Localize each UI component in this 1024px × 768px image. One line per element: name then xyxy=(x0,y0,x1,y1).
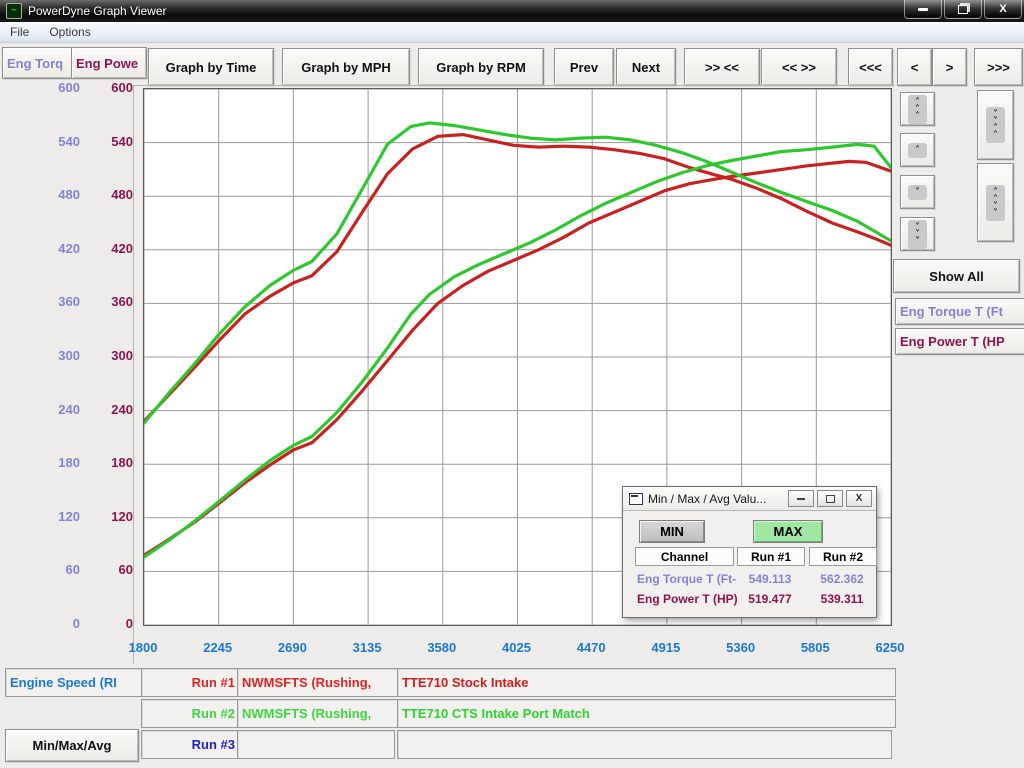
rpm-tick-label: 3135 xyxy=(335,640,399,655)
rpm-tick-label: 4470 xyxy=(559,640,623,655)
power-tick-label: 180 xyxy=(89,455,133,470)
run3-description-box[interactable] xyxy=(397,730,892,759)
graph-by-mph-button[interactable]: Graph by MPH xyxy=(282,48,410,86)
torque-tick-label: 300 xyxy=(36,348,80,363)
run1-file-box[interactable]: NWMSFTS (Rushing, xyxy=(237,668,399,697)
run2-label-box[interactable]: Run #2 xyxy=(141,699,242,728)
eng-torque-axis-button[interactable]: Eng Torq xyxy=(2,47,74,79)
scroll-far-left-button[interactable]: <<< xyxy=(848,48,893,86)
minmax-window[interactable]: Min / Max / Avg Valu... X MIN MAX Channe… xyxy=(622,486,877,618)
rpm-tick-label: 5360 xyxy=(709,640,773,655)
next-button[interactable]: Next xyxy=(616,48,676,86)
minmax-row-torque-channel: Eng Torque T (Ft- xyxy=(637,571,736,587)
torque-channel-button[interactable]: Eng Torque T (Ft xyxy=(895,298,1024,325)
power-tick-label: 600 xyxy=(89,80,133,95)
minmax-window-title: Min / Max / Avg Valu... xyxy=(648,492,766,506)
rpm-tick-label: 4025 xyxy=(485,640,549,655)
run3-label-box[interactable]: Run #3 xyxy=(141,730,242,759)
run1-label-box[interactable]: Run #1 xyxy=(141,668,242,697)
torque-tick-label: 420 xyxy=(36,241,80,256)
zoom-in-button[interactable]: >> << xyxy=(684,48,760,86)
scroll-up-button[interactable]: ˄ xyxy=(900,133,935,167)
menu-bar: File Options xyxy=(0,22,1024,43)
title-bar[interactable]: ~ PowerDyne Graph Viewer X xyxy=(0,0,1024,22)
zoom-out-button[interactable]: << >> xyxy=(761,48,837,86)
run2-file-box[interactable]: NWMSFTS (Rushing, xyxy=(237,699,399,728)
minmax-col-run2: Run #2 xyxy=(809,547,877,566)
scroll-down-button[interactable]: ˅ xyxy=(900,175,935,209)
rpm-tick-label: 6250 xyxy=(858,640,922,655)
max-tab-button[interactable]: MAX xyxy=(753,520,823,543)
graph-by-time-button[interactable]: Graph by Time xyxy=(148,48,274,86)
rpm-tick-label: 3580 xyxy=(410,640,474,655)
power-tick-label: 0 xyxy=(89,616,133,631)
power-tick-label: 120 xyxy=(89,509,133,524)
torque-tick-label: 360 xyxy=(36,294,80,309)
run1-description-box[interactable]: TTE710 Stock Intake xyxy=(397,668,896,697)
scroll-left-button[interactable]: < xyxy=(897,48,932,86)
minmax-minimize-button[interactable] xyxy=(788,490,814,507)
scroll-far-right-button[interactable]: >>> xyxy=(974,48,1023,86)
minmax-row-power-channel: Eng Power T (HP) xyxy=(637,591,738,607)
minmax-restore-button[interactable] xyxy=(817,490,843,507)
torque-tick-label: 480 xyxy=(36,187,80,202)
restore-button[interactable] xyxy=(944,0,982,19)
torque-tick-label: 60 xyxy=(36,562,80,577)
engine-speed-channel-box[interactable]: Engine Speed (RI xyxy=(5,668,143,697)
minmax-row-torque-run2: 562.362 xyxy=(809,571,875,587)
scroll-down-fast-button[interactable]: ˅ ˅ ˅ xyxy=(900,217,935,251)
minimize-button[interactable] xyxy=(904,0,942,19)
power-tick-label: 60 xyxy=(89,562,133,577)
app-window: ~ PowerDyne Graph Viewer X File Options … xyxy=(0,0,1024,768)
power-tick-label: 540 xyxy=(89,134,133,149)
close-button[interactable]: X xyxy=(984,0,1022,19)
power-channel-button[interactable]: Eng Power T (HP xyxy=(895,328,1024,355)
torque-tick-label: 180 xyxy=(36,455,80,470)
torque-tick-label: 120 xyxy=(36,509,80,524)
power-tick-label: 420 xyxy=(89,241,133,256)
graph-by-rpm-button[interactable]: Graph by RPM xyxy=(418,48,544,86)
power-tick-label: 360 xyxy=(89,294,133,309)
rpm-tick-label: 1800 xyxy=(111,640,175,655)
menu-file[interactable]: File xyxy=(0,25,39,39)
prev-button[interactable]: Prev xyxy=(554,48,614,86)
run3-file-box[interactable] xyxy=(237,730,395,759)
window-title: PowerDyne Graph Viewer xyxy=(28,4,167,18)
eng-power-axis-button[interactable]: Eng Powe xyxy=(71,47,147,79)
minmax-col-channel: Channel xyxy=(635,547,734,566)
torque-tick-label: 540 xyxy=(36,134,80,149)
app-icon: ~ xyxy=(6,3,22,19)
power-tick-label: 300 xyxy=(89,348,133,363)
rpm-tick-label: 4915 xyxy=(634,640,698,655)
torque-tick-label: 600 xyxy=(36,80,80,95)
run2-description-box[interactable]: TTE710 CTS Intake Port Match xyxy=(397,699,896,728)
rpm-tick-label: 5805 xyxy=(783,640,847,655)
minmax-row-power-run2: 539.311 xyxy=(809,591,875,607)
scroll-right-button[interactable]: > xyxy=(932,48,967,86)
rpm-tick-label: 2245 xyxy=(186,640,250,655)
minmax-title-bar[interactable]: Min / Max / Avg Valu... X xyxy=(623,487,876,511)
rpm-tick-label: 2690 xyxy=(260,640,324,655)
menu-options[interactable]: Options xyxy=(39,25,100,39)
torque-tick-label: 0 xyxy=(36,616,80,631)
minmax-row-torque-run1: 549.113 xyxy=(737,571,803,587)
torque-tick-label: 240 xyxy=(36,402,80,417)
power-tick-label: 480 xyxy=(89,187,133,202)
minmax-close-button[interactable]: X xyxy=(846,490,872,507)
minmax-col-run1: Run #1 xyxy=(737,547,805,566)
power-tick-label: 240 xyxy=(89,402,133,417)
minmax-window-icon xyxy=(629,493,643,505)
min-tab-button[interactable]: MIN xyxy=(639,520,705,543)
minmaxavg-button[interactable]: Min/Max/Avg xyxy=(5,729,139,762)
minmax-row-power-run1: 519.477 xyxy=(737,591,803,607)
show-all-button[interactable]: Show All xyxy=(893,259,1020,293)
scroll-up-fast-button[interactable]: ˄ ˄ ˄ xyxy=(900,92,935,126)
expand-scale-button[interactable]: ˄ ˄ ˅ ˅ xyxy=(977,163,1014,242)
collapse-scale-button[interactable]: ˅ ˅ ˄ ˄ xyxy=(977,90,1014,160)
